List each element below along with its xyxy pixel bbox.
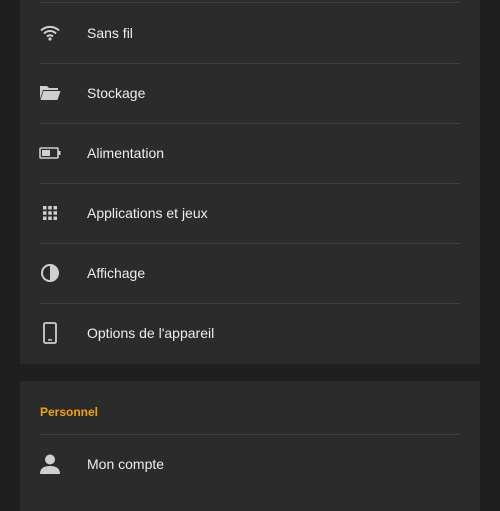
settings-item-apps-games[interactable]: Applications et jeux (20, 183, 480, 243)
settings-item-my-account[interactable]: Mon compte (20, 434, 480, 494)
settings-item-display[interactable]: Affichage (20, 243, 480, 303)
settings-item-label: Affichage (87, 265, 146, 281)
tablet-icon (36, 321, 64, 345)
person-icon (36, 452, 64, 476)
settings-item-label: Mon compte (87, 456, 165, 472)
settings-item-label: Sans fil (87, 25, 133, 41)
personal-settings-card: Personnel Mon compte (20, 381, 480, 511)
settings-item-label: Applications et jeux (87, 205, 208, 221)
section-title-personal: Personnel (40, 405, 99, 419)
battery-icon (36, 141, 64, 165)
settings-item-device-options[interactable]: Options de l'appareil (20, 303, 480, 363)
display-contrast-icon (36, 261, 64, 285)
settings-item-label: Options de l'appareil (87, 325, 215, 341)
settings-item-label: Alimentation (87, 145, 165, 161)
wifi-icon (36, 21, 64, 45)
settings-item-label: Stockage (87, 85, 146, 101)
device-settings-card: Sans fil Stockage Alimentation Applicati… (20, 0, 480, 364)
folder-icon (36, 81, 64, 105)
settings-item-storage[interactable]: Stockage (20, 63, 480, 123)
settings-item-power[interactable]: Alimentation (20, 123, 480, 183)
apps-grid-icon (36, 201, 64, 225)
settings-item-wireless[interactable]: Sans fil (20, 3, 480, 63)
